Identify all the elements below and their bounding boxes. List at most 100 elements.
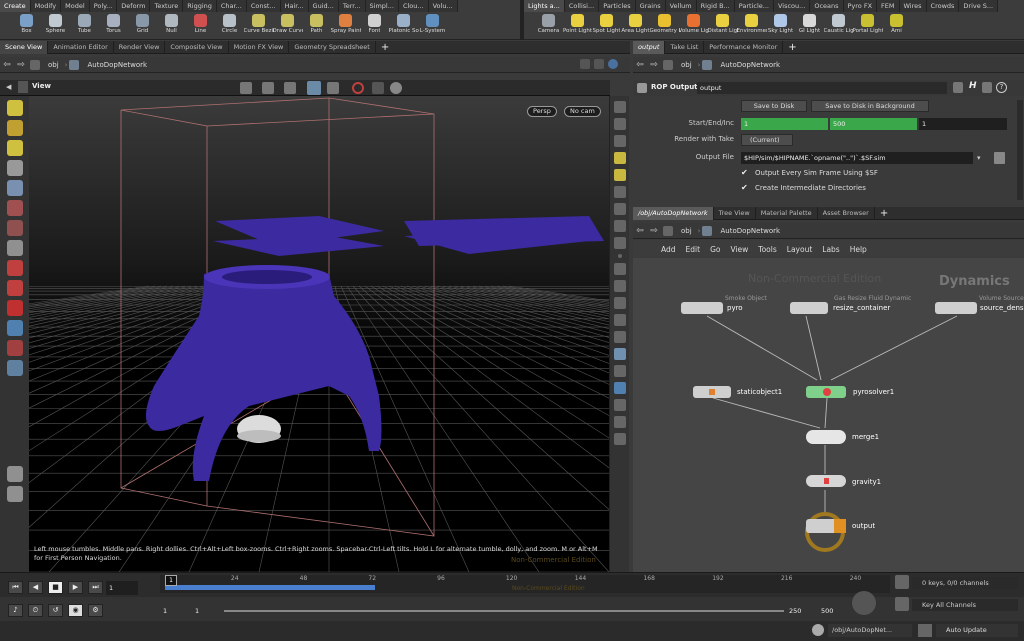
shelf-tab-8[interactable]: Const... <box>246 0 281 12</box>
output-file-field[interactable]: $HIP/sim/$HIPNAME.`opname("..")`.$SF.sim <box>741 152 973 164</box>
go-end-button[interactable]: ⏭ <box>88 581 103 594</box>
shelf-tool-sky-light[interactable]: Sky Light <box>766 12 795 40</box>
help-icon[interactable]: ? <box>996 82 1007 93</box>
shelf-tab-dyn-1[interactable]: Collisi... <box>564 0 600 12</box>
shelf-tool-curve-bezier[interactable]: Curve Bezier <box>244 12 274 40</box>
transform-icon[interactable] <box>6 260 23 276</box>
points-icon[interactable] <box>613 220 626 232</box>
current-frame-field[interactable]: 1 <box>106 581 138 595</box>
save-background-button[interactable]: Save to Disk in Background <box>811 100 929 112</box>
shelf-tab-dyn-6[interactable]: Particle... <box>734 0 774 12</box>
clip-icon[interactable] <box>613 331 626 343</box>
status-path[interactable]: /obj/AutoDopNet... <box>828 624 912 637</box>
menu-help[interactable]: Help <box>850 245 867 254</box>
realtime-icon[interactable]: ⏲ <box>28 604 43 617</box>
node-gravity[interactable] <box>806 475 846 487</box>
shelf-tool-area-light[interactable]: Area Light <box>621 12 650 40</box>
tab-asset-browser[interactable]: Asset Browser <box>818 207 875 220</box>
end-frame-field[interactable]: 500 <box>830 118 917 130</box>
snap-icon[interactable] <box>6 320 23 336</box>
scene-viewport[interactable]: Persp No cam Left mouse tumbles. Middle … <box>29 96 609 572</box>
channel-icon[interactable] <box>895 597 909 611</box>
grid-icon[interactable] <box>613 399 626 411</box>
pin-icon[interactable] <box>580 59 590 69</box>
magnet-icon[interactable] <box>6 300 23 316</box>
back-arrow-icon[interactable]: ⇦ <box>633 60 647 70</box>
select-icon[interactable] <box>6 100 23 116</box>
shelf-tab-0[interactable]: Create <box>0 0 31 12</box>
handle-tool-icon[interactable] <box>6 140 23 156</box>
back-arrow-icon[interactable]: ⇦ <box>0 60 14 70</box>
shelf-tool-box[interactable]: Box <box>12 12 41 40</box>
range-end2-field[interactable]: 500 <box>818 604 848 618</box>
camera-menu[interactable]: No cam <box>564 106 601 117</box>
shelf-tab-dyn-9[interactable]: Pyro FX <box>843 0 878 12</box>
shelf-tab-dyn-4[interactable]: Vellum <box>665 0 697 12</box>
shelf-tool-portal-light[interactable]: Portal Light <box>853 12 883 40</box>
menu-labs[interactable]: Labs <box>822 245 839 254</box>
shelf-tab-dyn-13[interactable]: Drive S... <box>959 0 999 12</box>
forward-arrow-icon[interactable]: ⇨ <box>14 60 28 70</box>
key-icon[interactable] <box>895 575 909 589</box>
shelf-tool-environment-light[interactable]: Environment Light <box>737 12 767 40</box>
vector-icon[interactable] <box>613 263 626 275</box>
file-browse-icon[interactable] <box>994 152 1005 164</box>
tab-performance-monitor[interactable]: Performance Monitor <box>704 41 784 54</box>
scale-icon[interactable] <box>6 200 23 216</box>
node-resize-container[interactable] <box>790 302 828 314</box>
link-icon[interactable] <box>594 59 604 69</box>
tab-composite-view[interactable]: Composite View <box>165 41 229 54</box>
node-pyrosolver[interactable] <box>806 386 846 398</box>
shelf-tool-circle[interactable]: Circle <box>215 12 244 40</box>
wireframe-icon[interactable] <box>613 203 626 215</box>
path-root[interactable]: obj <box>681 227 692 235</box>
params-scrollbar[interactable] <box>1017 100 1023 200</box>
shelf-tab-3[interactable]: Poly... <box>89 0 118 12</box>
search-icon[interactable] <box>982 82 992 93</box>
shelf-tab-dyn-8[interactable]: Oceans <box>810 0 844 12</box>
lock-icon[interactable] <box>6 180 23 196</box>
tab-render-view[interactable]: Render View <box>114 41 166 54</box>
path-node[interactable]: AutoDopNetwork <box>720 227 780 235</box>
shelf-tab-dyn-2[interactable]: Particles <box>599 0 636 12</box>
tab-animation-editor[interactable]: Animation Editor <box>48 41 114 54</box>
shading-icon[interactable] <box>613 186 626 198</box>
take-menu[interactable]: (Current) <box>741 134 793 146</box>
stop-button[interactable]: ■ <box>48 581 63 594</box>
tab-network[interactable]: /obj/AutoDopNetwork <box>633 207 714 220</box>
camera-icon[interactable] <box>307 81 321 95</box>
shelf-tool-font[interactable]: Font <box>360 12 389 40</box>
shelf-tab-12[interactable]: Simpl... <box>365 0 399 12</box>
key-all-channels-button[interactable]: Key All Channels <box>912 599 1018 611</box>
node-merge[interactable] <box>806 430 846 444</box>
shelf-tab-13[interactable]: Clou... <box>398 0 429 12</box>
node-output[interactable] <box>806 519 846 533</box>
auto-update-menu[interactable]: Auto Update <box>936 624 1018 637</box>
shelf-tool-platonic-solids[interactable]: Platonic Solids <box>389 12 419 40</box>
shelf-tab-dyn-7[interactable]: Viscou... <box>773 0 811 12</box>
range-icon[interactable]: ◉ <box>68 604 83 617</box>
checker-icon[interactable] <box>613 365 626 377</box>
shelf-tab-7[interactable]: Char... <box>216 0 247 12</box>
shelf-tool-spot-light[interactable]: Spot Light <box>592 12 621 40</box>
node-source-density[interactable] <box>935 302 977 314</box>
gear-icon[interactable] <box>953 82 963 93</box>
shelf-tool-l-system[interactable]: L-System <box>418 12 447 40</box>
add-tab-icon[interactable]: + <box>376 41 394 54</box>
path-root[interactable]: obj <box>48 61 59 69</box>
node-staticobject[interactable] <box>693 386 731 398</box>
add-tab-icon[interactable]: + <box>783 41 801 54</box>
loop-icon[interactable]: ↺ <box>48 604 63 617</box>
shelf-tool-grid[interactable]: Grid <box>128 12 157 40</box>
save-to-disk-button[interactable]: Save to Disk <box>741 100 807 112</box>
menu-layout[interactable]: Layout <box>787 245 813 254</box>
range-start-field[interactable]: 1 <box>160 604 190 618</box>
shelf-tab-2[interactable]: Model <box>61 0 90 12</box>
cube-icon[interactable] <box>613 382 626 394</box>
display-icon[interactable] <box>372 82 384 94</box>
add-tab-icon[interactable]: + <box>875 207 893 220</box>
node-pyro[interactable] <box>681 302 723 314</box>
increment-field[interactable]: 1 <box>919 118 1007 130</box>
render-icon[interactable] <box>6 466 23 482</box>
shelf-tool-sphere[interactable]: Sphere <box>41 12 70 40</box>
